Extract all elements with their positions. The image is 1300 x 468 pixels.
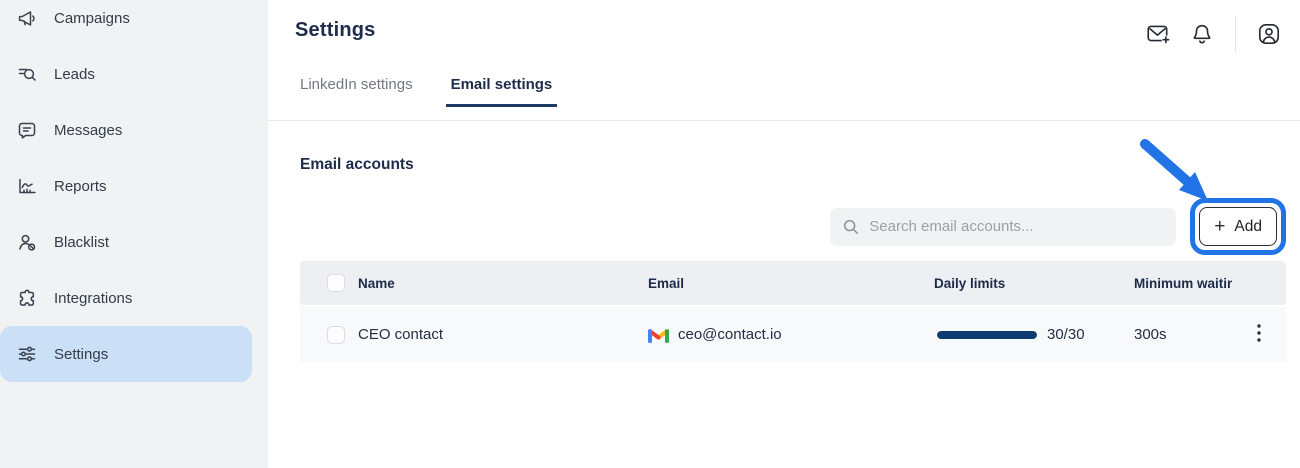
sidebar-item-integrations[interactable]: Integrations — [0, 270, 252, 326]
annotation-highlight-ring: + Add — [1190, 198, 1286, 255]
chart-icon — [16, 175, 38, 197]
select-all-checkbox[interactable] — [327, 274, 345, 292]
bell-icon[interactable] — [1185, 17, 1219, 51]
row-checkbox[interactable] — [327, 326, 345, 344]
search-input[interactable] — [869, 218, 1164, 235]
sidebar-item-label: Settings — [54, 346, 108, 363]
account-email: ceo@contact.io — [678, 326, 782, 343]
sidebar-item-blacklist[interactable]: Blacklist — [0, 214, 252, 270]
plus-icon: + — [1214, 217, 1225, 236]
gmail-icon — [648, 327, 669, 343]
column-header-name: Name — [358, 276, 648, 291]
daily-limit-progress-bar — [937, 331, 1037, 339]
sidebar-item-label: Messages — [54, 122, 122, 139]
leads-search-icon — [16, 63, 38, 85]
page-title: Settings — [295, 19, 376, 42]
search-box — [830, 208, 1176, 246]
main-area: Settings — [268, 0, 1300, 468]
add-button[interactable]: + Add — [1199, 207, 1277, 246]
select-all-cell — [300, 274, 358, 292]
settings-tabs: LinkedIn settings Email settings — [295, 76, 557, 107]
tab-email-settings[interactable]: Email settings — [446, 76, 558, 107]
account-email-cell: ceo@contact.io — [648, 326, 934, 343]
divider — [1235, 16, 1236, 52]
topbar: Settings — [268, 0, 1300, 121]
email-accounts-table: Name Email Daily limits Minimum waiting … — [300, 261, 1286, 362]
sidebar-item-settings[interactable]: Settings — [0, 326, 252, 382]
tab-linkedin-settings[interactable]: LinkedIn settings — [295, 76, 418, 107]
sidebar-item-leads[interactable]: Leads — [0, 46, 252, 102]
table-header-row: Name Email Daily limits Minimum waiting … — [300, 261, 1286, 305]
sidebar-item-label: Leads — [54, 66, 95, 83]
sidebar-item-label: Campaigns — [54, 10, 130, 27]
column-header-minimum-waiting: Minimum waiting time — [1134, 276, 1232, 291]
search-icon — [842, 218, 860, 236]
daily-limit-value: 30/30 — [1047, 326, 1085, 343]
topbar-actions — [1141, 16, 1286, 52]
table-row: CEO contact ceo@contact.io 30/30 — [300, 307, 1286, 362]
row-select-cell — [300, 326, 358, 344]
sidebar-item-reports[interactable]: Reports — [0, 158, 252, 214]
mail-add-icon[interactable] — [1141, 17, 1175, 51]
row-actions-cell — [1232, 320, 1286, 349]
sidebar-item-messages[interactable]: Messages — [0, 102, 252, 158]
minimum-waiting-value: 300s — [1134, 326, 1232, 343]
email-settings-panel: Email accounts + Add Name — [268, 156, 1300, 362]
puzzle-icon — [16, 287, 38, 309]
kebab-menu-icon[interactable] — [1249, 320, 1269, 349]
sidebar: Campaigns Leads Messages Reports — [0, 0, 268, 468]
blocked-person-icon — [16, 231, 38, 253]
column-header-email: Email — [648, 276, 934, 291]
sidebar-item-label: Integrations — [54, 290, 132, 307]
sidebar-item-label: Reports — [54, 178, 107, 195]
account-name: CEO contact — [358, 326, 648, 343]
add-button-label: Add — [1234, 218, 1262, 236]
column-header-daily-limits: Daily limits — [934, 276, 1134, 291]
daily-limits-cell: 30/30 — [934, 326, 1134, 343]
account-icon[interactable] — [1252, 17, 1286, 51]
sidebar-item-campaigns[interactable]: Campaigns — [0, 0, 252, 46]
daily-limit-progress-fill — [937, 331, 1037, 339]
megaphone-icon — [16, 7, 38, 29]
sliders-icon — [16, 343, 38, 365]
section-title: Email accounts — [300, 156, 1286, 174]
toolbar: + Add — [300, 198, 1286, 255]
sidebar-item-label: Blacklist — [54, 234, 109, 251]
message-bubble-icon — [16, 119, 38, 141]
